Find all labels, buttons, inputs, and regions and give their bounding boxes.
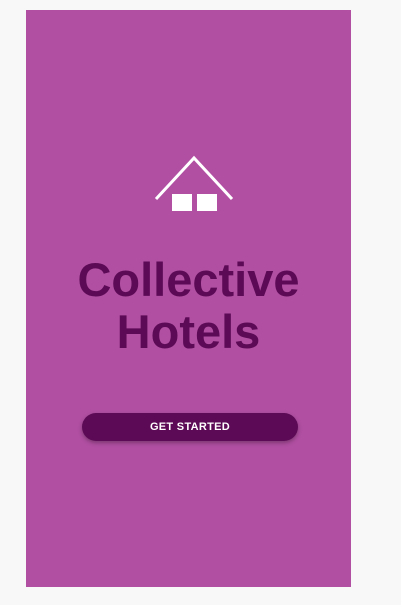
- app-title-line-1: Collective: [77, 253, 300, 306]
- splash-screen: Collective Hotels GET STARTED: [26, 10, 351, 587]
- app-title-line-2: Hotels: [116, 305, 261, 358]
- get-started-button[interactable]: GET STARTED: [82, 413, 298, 441]
- app-title: Collective Hotels: [26, 254, 351, 358]
- house-icon: [155, 155, 233, 211]
